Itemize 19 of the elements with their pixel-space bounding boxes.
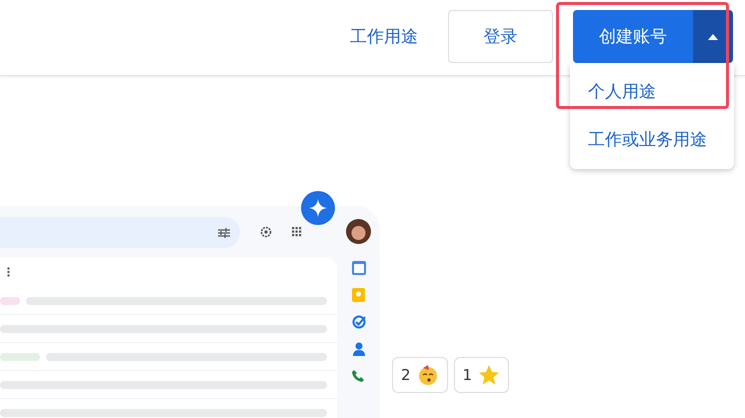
menu-item[interactable]: 个人用途 bbox=[570, 67, 734, 115]
more-icon bbox=[7, 267, 10, 277]
settings-icon bbox=[260, 226, 272, 238]
reaction-chip[interactable]: 1 bbox=[454, 357, 510, 393]
party-face-icon bbox=[416, 364, 439, 386]
reaction-chip[interactable]: 2 bbox=[392, 357, 448, 393]
dropdown-toggle-button[interactable] bbox=[693, 10, 733, 63]
star-icon bbox=[478, 364, 500, 386]
avatar-icon bbox=[346, 219, 371, 244]
create-account-button[interactable]: 创建账号 bbox=[573, 10, 693, 63]
filter-icon bbox=[218, 228, 230, 238]
phone-icon bbox=[352, 369, 365, 382]
apps-grid-icon bbox=[292, 226, 302, 236]
work-use-link[interactable]: 工作用途 bbox=[350, 10, 418, 63]
task-check-icon bbox=[352, 315, 366, 329]
menu-item[interactable]: 工作或业务用途 bbox=[570, 115, 734, 163]
caret-icon bbox=[708, 34, 718, 40]
person-icon bbox=[352, 342, 364, 356]
login-button[interactable]: 登录 bbox=[448, 10, 553, 63]
